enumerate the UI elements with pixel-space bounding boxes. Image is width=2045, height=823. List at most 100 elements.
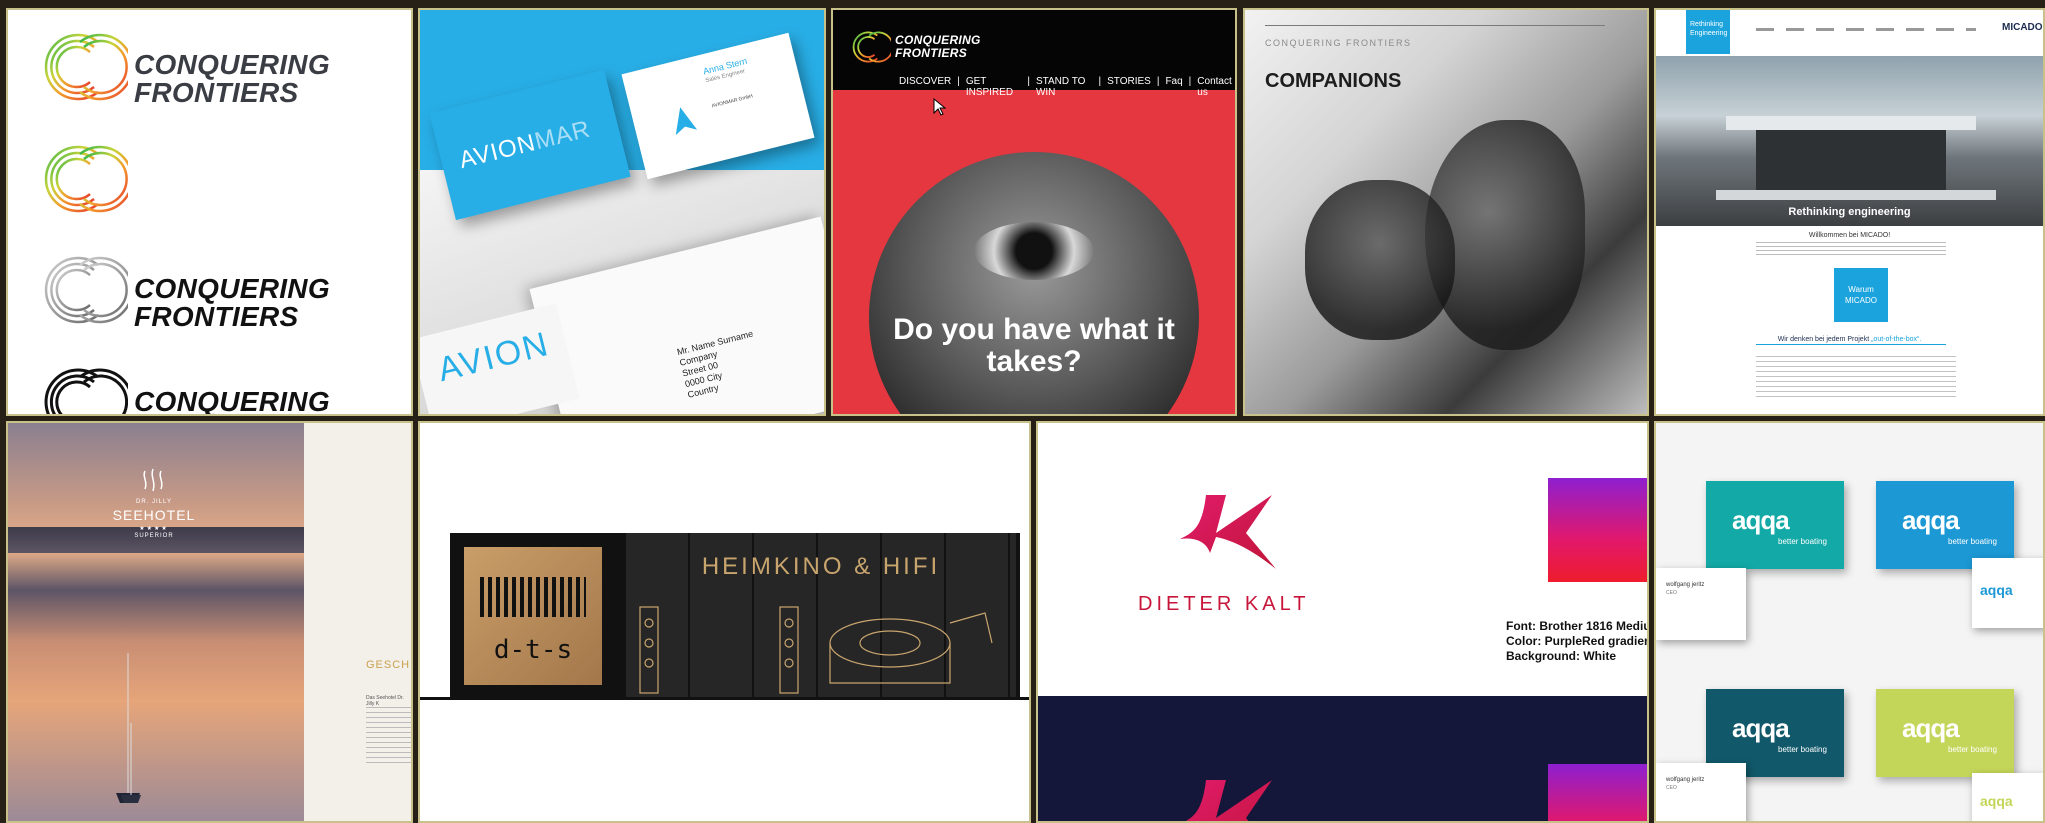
micado-welcome: Willkommen bei MICADO! [1808, 232, 1891, 239]
warum-line1: Warum [1848, 285, 1874, 294]
seehotel-stars: ★★★★ [139, 526, 169, 532]
aqqa-logo: aqqa [1902, 505, 1960, 535]
site-logo-icon [852, 31, 891, 63]
avionmar-logo-part2: MAR [532, 115, 594, 156]
micado-nav[interactable] [1756, 28, 1976, 31]
brand-specs: Font: Brother 1816 Mediu Color: PurpleRe… [1506, 619, 1649, 664]
tagline-prefix: Wir denken bei jedem Projekt [1777, 336, 1872, 343]
portfolio-tile-dieter-kalt[interactable]: DIETER KALT Font: Brother 1816 Mediu Col… [1036, 421, 1649, 823]
nav-get-inspired[interactable]: GET INSPIRED [966, 76, 1022, 98]
hero-headline: Do you have what it takes? [833, 314, 1235, 378]
history-body [366, 707, 411, 767]
business-card-back: Anna Stern Sales Engineer AVIONMAR GmbH [621, 32, 815, 180]
aqqa-business-card: wolfgang jeritz CEO [1656, 568, 1746, 640]
spec-background: Background: White [1506, 649, 1616, 663]
site-nav: DISCOVER | GET INSPIRED | STAND TO WIN | ST… [899, 76, 1235, 98]
warum-line2: MICADO [1845, 296, 1877, 305]
portfolio-tile-micado[interactable]: Rethinking Engineering MICADO Rethinking… [1654, 8, 2045, 416]
micado-tagline: Wir denken bei jedem Projekt „out-of-the… [1656, 336, 2043, 343]
ground-line [420, 697, 1029, 700]
seehotel-tier: SUPERIOR [134, 533, 174, 539]
logo-wordmark-line3: CONQUERING [134, 273, 330, 304]
aqqa-business-card: aqqa [1972, 558, 2043, 628]
mouse-cursor-icon [933, 98, 947, 116]
aqqa-card-lime: aqqa better boating [1876, 689, 2014, 777]
badge-line1: Rethinking [1690, 21, 1724, 28]
hotel-side-panel: GESCHICH Das Seehotel Dr. Jilly K [304, 423, 411, 821]
nav-discover[interactable]: DISCOVER [899, 76, 951, 98]
aqqa-tagline: better boating [1778, 537, 1827, 546]
divider [1756, 344, 1946, 345]
spec-font: Font: Brother 1816 Mediu [1506, 619, 1649, 633]
portfolio-tile-avionmar[interactable]: AVIONMAR Anna Stern Sales Engineer AVION… [418, 8, 826, 416]
portfolio-tile-aqqa[interactable]: aqqa better boating aqqa better boating … [1654, 421, 2045, 823]
micado-body-text [1756, 356, 1956, 400]
portfolio-tile-conquering-website[interactable]: CONQUERING FRONTIERS DISCOVER | GET INSPI… [831, 8, 1237, 416]
hero-caption: Rethinking engineering [1788, 206, 1911, 218]
companions-heading: COMPANIONS [1265, 70, 1402, 92]
portfolio-tile-dts[interactable]: d-t-s HEIMKINO & HIFI [418, 421, 1031, 823]
logo-wordmark-line5: CONQUERING [134, 386, 330, 416]
avionmar-plane-icon [675, 107, 698, 136]
aqqa-logo-small: aqqa [1980, 793, 2013, 809]
aqqa-card-role: CEO [1666, 785, 1677, 791]
aqqa-tagline: better boating [1778, 745, 1827, 754]
portfolio-tile-companions[interactable]: CONQUERING FRONTIERS COMPANIONS [1243, 8, 1649, 416]
aqqa-tagline: better boating [1948, 745, 1997, 754]
hero-headline-line2: takes? [986, 345, 1082, 378]
aqqa-logo: aqqa [1732, 505, 1790, 535]
aqqa-logo-small: aqqa [1980, 582, 2013, 598]
logo-wordmark-line1: CONQUERING [134, 49, 330, 80]
warum-text: Warum MICADO [1834, 284, 1888, 306]
conquering-frontiers-logo-grey-icon [44, 256, 128, 324]
micado-badge: Rethinking Engineering [1686, 10, 1730, 54]
aqqa-logo: aqqa [1902, 713, 1960, 743]
building-slab [1726, 116, 1976, 130]
card-company: AVIONMAR GmbH [711, 93, 754, 110]
history-heading: GESCHICH [366, 659, 413, 671]
nav-faq[interactable]: Faq [1165, 76, 1182, 98]
tagline-highlight: „out-of-the-box“. [1871, 336, 1922, 343]
dark-variant-panel [1038, 696, 1647, 821]
aqqa-logo: aqqa [1732, 713, 1790, 743]
site-logo-line2: FRONTIERS [895, 46, 968, 60]
hero-headline-line1: Do you have what it [893, 313, 1175, 346]
dts-waveform-icon [480, 577, 586, 617]
nav-stand-to-win[interactable]: STAND TO WIN [1036, 76, 1093, 98]
companions-brand: CONQUERING FRONTIERS [1265, 38, 1412, 48]
micado-badge-text: Rethinking Engineering [1690, 20, 1727, 38]
badge-line2: Engineering [1690, 30, 1728, 37]
logo-wordmark-line2: FRONTIERS [134, 77, 299, 108]
aqqa-card-blue: aqqa better boating [1876, 481, 2014, 569]
conquering-frontiers-logo-black-icon [44, 368, 128, 414]
aqqa-business-card: aqqa [1972, 773, 2043, 821]
aqqa-card-teal: aqqa better boating [1706, 481, 1844, 569]
eye-icon [974, 222, 1094, 280]
header-rule [1265, 25, 1605, 26]
sailboat-icon [121, 723, 141, 803]
gradient-swatch [1548, 764, 1647, 821]
avionmar-logo-part1: AVION [456, 129, 539, 175]
speakers-and-turntable-icon [639, 606, 993, 694]
climber-silhouette [1305, 180, 1455, 340]
aqqa-card-role: CEO [1666, 590, 1677, 596]
dieter-kalt-k-logo-dark-icon [1185, 780, 1272, 821]
dieter-kalt-wordmark: DIETER KALT [1138, 593, 1310, 615]
building-slab [1716, 190, 1996, 200]
dts-logo-text: d-t-s [493, 635, 573, 665]
seehotel-logo-icon [143, 468, 163, 492]
aqqa-card-name: wolfgang jeritz [1666, 582, 1705, 588]
building-facade [1756, 130, 1946, 190]
portfolio-tile-conquering-frontiers-logos[interactable]: CONQUERING FRONTIERS CONQUERING FRONTIER… [6, 8, 413, 416]
nav-stories[interactable]: STORIES [1107, 76, 1151, 98]
storefront-sign: HEIMKINO & HIFI [701, 553, 941, 580]
nav-contact[interactable]: Contact us [1197, 76, 1235, 98]
micado-intro-text [1756, 242, 1946, 256]
seehotel-brand-small: DR. JILLY [136, 499, 172, 505]
warum-micado-button[interactable]: Warum MICADO [1834, 268, 1888, 322]
micado-hero-building: Rethinking engineering [1656, 56, 2043, 226]
portfolio-tile-seehotel[interactable]: GESCHICH Das Seehotel Dr. Jilly K DR. JI… [6, 421, 413, 823]
aqqa-card-name: wolfgang jeritz [1666, 777, 1705, 783]
envelope-address: Mr. Name Surname Company Street 00 0000 … [676, 329, 765, 401]
dts-logo-panel: d-t-s [464, 547, 602, 685]
